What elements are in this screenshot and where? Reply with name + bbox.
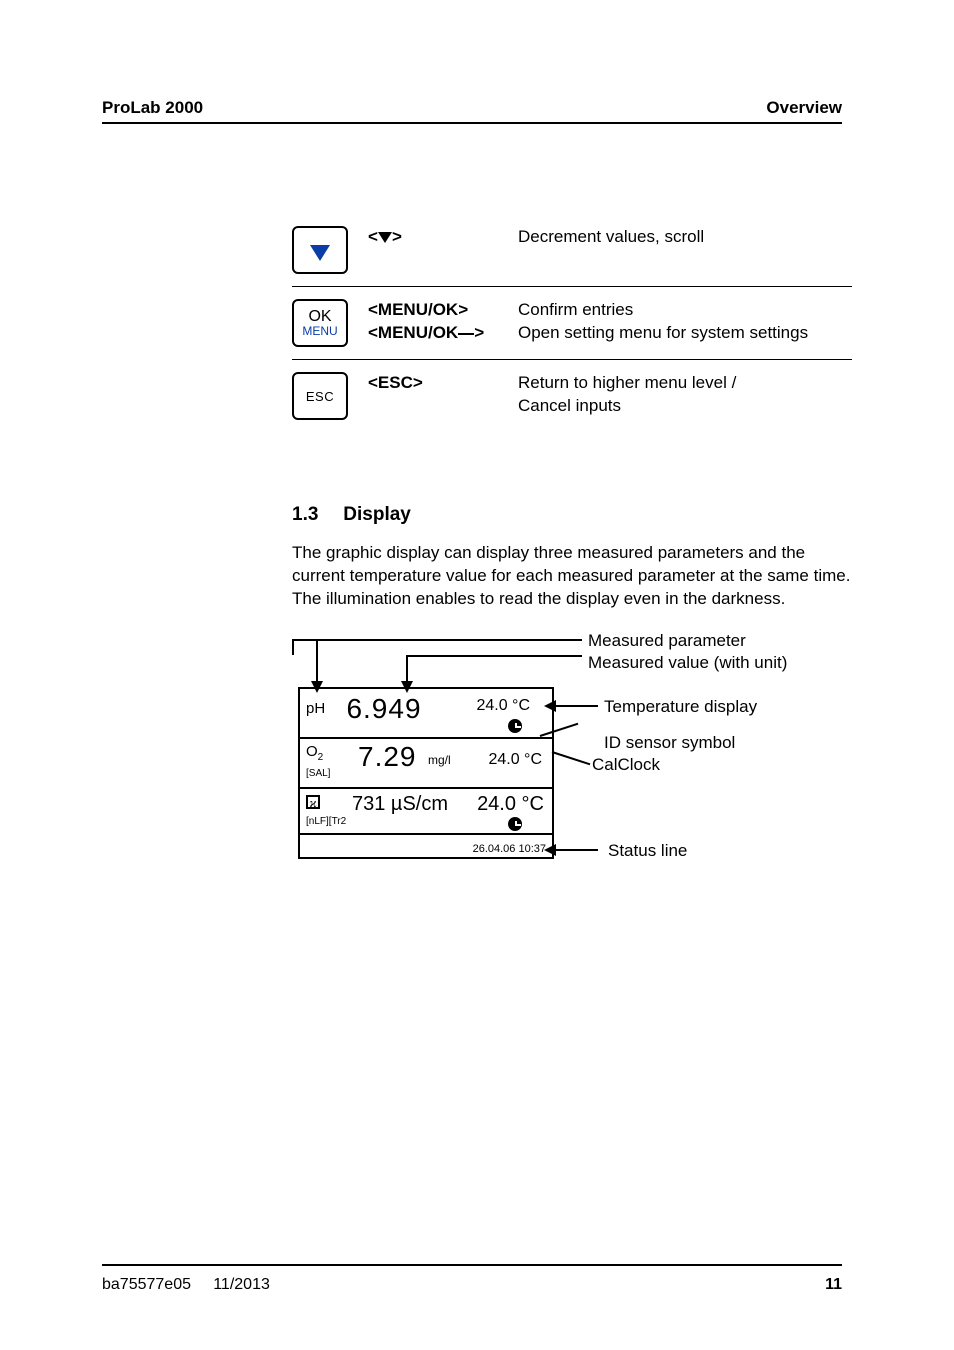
header-right: Overview — [766, 98, 842, 118]
page-footer: ba75577e05 11/2013 11 — [102, 1264, 842, 1294]
arrow-value-head — [401, 681, 413, 693]
key-desc-esc: Return to higher menu level / Cancel inp… — [518, 372, 852, 418]
section-number: 1.3 — [292, 504, 338, 526]
lcd-ph-label: pH — [306, 700, 342, 717]
arrow-value-h — [406, 655, 582, 657]
key-label-esc: <ESC> — [368, 372, 518, 395]
key-label-menuok: <MENU/OK> <MENU/OK> — [368, 299, 518, 345]
cal-icon: ϰ — [306, 795, 320, 809]
key-row-down: <> Decrement values, scroll — [292, 214, 852, 287]
lcd-status-text: 26.04.06 10:37 — [473, 843, 546, 855]
lcd-o2-value: 7.29 — [358, 741, 417, 773]
key-table: <> Decrement values, scroll OK MENU <MEN… — [292, 214, 852, 432]
lcd-row-status: 26.04.06 10:37 — [300, 835, 552, 857]
arrow-temp-h — [554, 705, 598, 707]
lcd-screen: pH 6.949 24.0 °C O2 [SAL] 7.29 mg/l 24.0… — [298, 687, 554, 859]
bracket-top-left-v — [292, 639, 294, 655]
key-row-esc: ESC <ESC> Return to higher menu level / … — [292, 360, 852, 432]
arrow-status-head — [544, 844, 556, 856]
keycap-menu-label: MENU — [302, 325, 337, 337]
keycap-down — [292, 226, 348, 274]
lcd-o2-tag: [SAL] — [306, 768, 330, 779]
header-rule — [102, 122, 842, 124]
section-display: 1.3 Display The graphic display can disp… — [292, 504, 852, 611]
key-down-pre: < — [368, 227, 378, 246]
key-desc-down: Decrement values, scroll — [518, 226, 852, 249]
key-label-down: <> — [368, 226, 518, 249]
section-body: The graphic display can display three me… — [292, 542, 852, 611]
clock-icon-2 — [508, 817, 522, 831]
footer-left: ba75577e05 11/2013 — [102, 1276, 270, 1294]
arrow-param-v — [316, 639, 318, 683]
footer-date: 11/2013 — [213, 1276, 270, 1293]
menuok-line2: <MENU/OK> — [368, 322, 518, 345]
page-header: ProLab 2000 Overview — [102, 98, 842, 118]
annot-status: Status line — [608, 841, 687, 861]
key-down-post: > — [392, 227, 402, 246]
keycap-menuok: OK MENU — [292, 299, 348, 347]
lcd-o2-temp: 24.0 °C — [488, 751, 542, 769]
lcd-ph-value: 6.949 — [346, 693, 421, 725]
menuok-line1: <MENU/OK> — [368, 299, 518, 322]
underscore-icon — [458, 333, 474, 335]
lcd-row-cond: ϰ 731 µS/cm 24.0 °C [nLF][Tr2 — [300, 789, 552, 835]
menuok-desc1: Confirm entries — [518, 299, 852, 322]
footer-doc: ba75577e05 — [102, 1276, 191, 1293]
header-left: ProLab 2000 — [102, 98, 203, 118]
lcd-o2-label: O2 — [306, 743, 323, 763]
section-title: Display — [343, 504, 411, 525]
lcd-row-ph: pH 6.949 24.0 °C — [300, 689, 552, 739]
annot-id-sensor: ID sensor symbol — [604, 733, 735, 753]
annot-calclock: CalClock — [592, 755, 660, 775]
triangle-down-icon — [310, 245, 330, 261]
esc-desc1: Return to higher menu level / — [518, 372, 852, 395]
fork-line-down — [552, 751, 591, 765]
clock-icon — [508, 719, 522, 733]
annot-measured-value: Measured value (with unit) — [588, 653, 787, 673]
lcd-row-o2: O2 [SAL] 7.29 mg/l 24.0 °C — [300, 739, 552, 789]
arrow-status-h — [554, 849, 598, 851]
lcd-cond-value: 731 µS/cm — [352, 793, 448, 816]
lcd-o2-unit: mg/l — [428, 753, 451, 767]
esc-desc2: Cancel inputs — [518, 395, 852, 418]
keycap-esc-label: ESC — [306, 390, 334, 403]
lcd-ph-temp: 24.0 °C — [476, 697, 530, 715]
footer-rule — [102, 1264, 842, 1266]
arrow-temp-head — [544, 700, 556, 712]
key-row-menuok: OK MENU <MENU/OK> <MENU/OK> Confirm entr… — [292, 287, 852, 360]
section-heading: 1.3 Display — [292, 504, 852, 526]
key-desc-menuok: Confirm entries Open setting menu for sy… — [518, 299, 852, 345]
annot-measured-param: Measured parameter — [588, 631, 746, 651]
arrow-value-v — [406, 655, 408, 683]
keycap-ok-label: OK — [308, 309, 331, 325]
menuok-desc2: Open setting menu for system settings — [518, 322, 852, 345]
lcd-cond-temp: 24.0 °C — [477, 793, 544, 816]
keycap-esc: ESC — [292, 372, 348, 420]
bracket-top-h — [292, 639, 582, 641]
triangle-down-small-icon — [378, 232, 392, 243]
lcd-cond-tag: [nLF][Tr2 — [306, 816, 346, 827]
arrow-param-head — [311, 681, 323, 693]
footer-page: 11 — [825, 1276, 842, 1294]
display-diagram: pH 6.949 24.0 °C O2 [SAL] 7.29 mg/l 24.0… — [292, 639, 872, 929]
annot-temp: Temperature display — [604, 697, 757, 717]
